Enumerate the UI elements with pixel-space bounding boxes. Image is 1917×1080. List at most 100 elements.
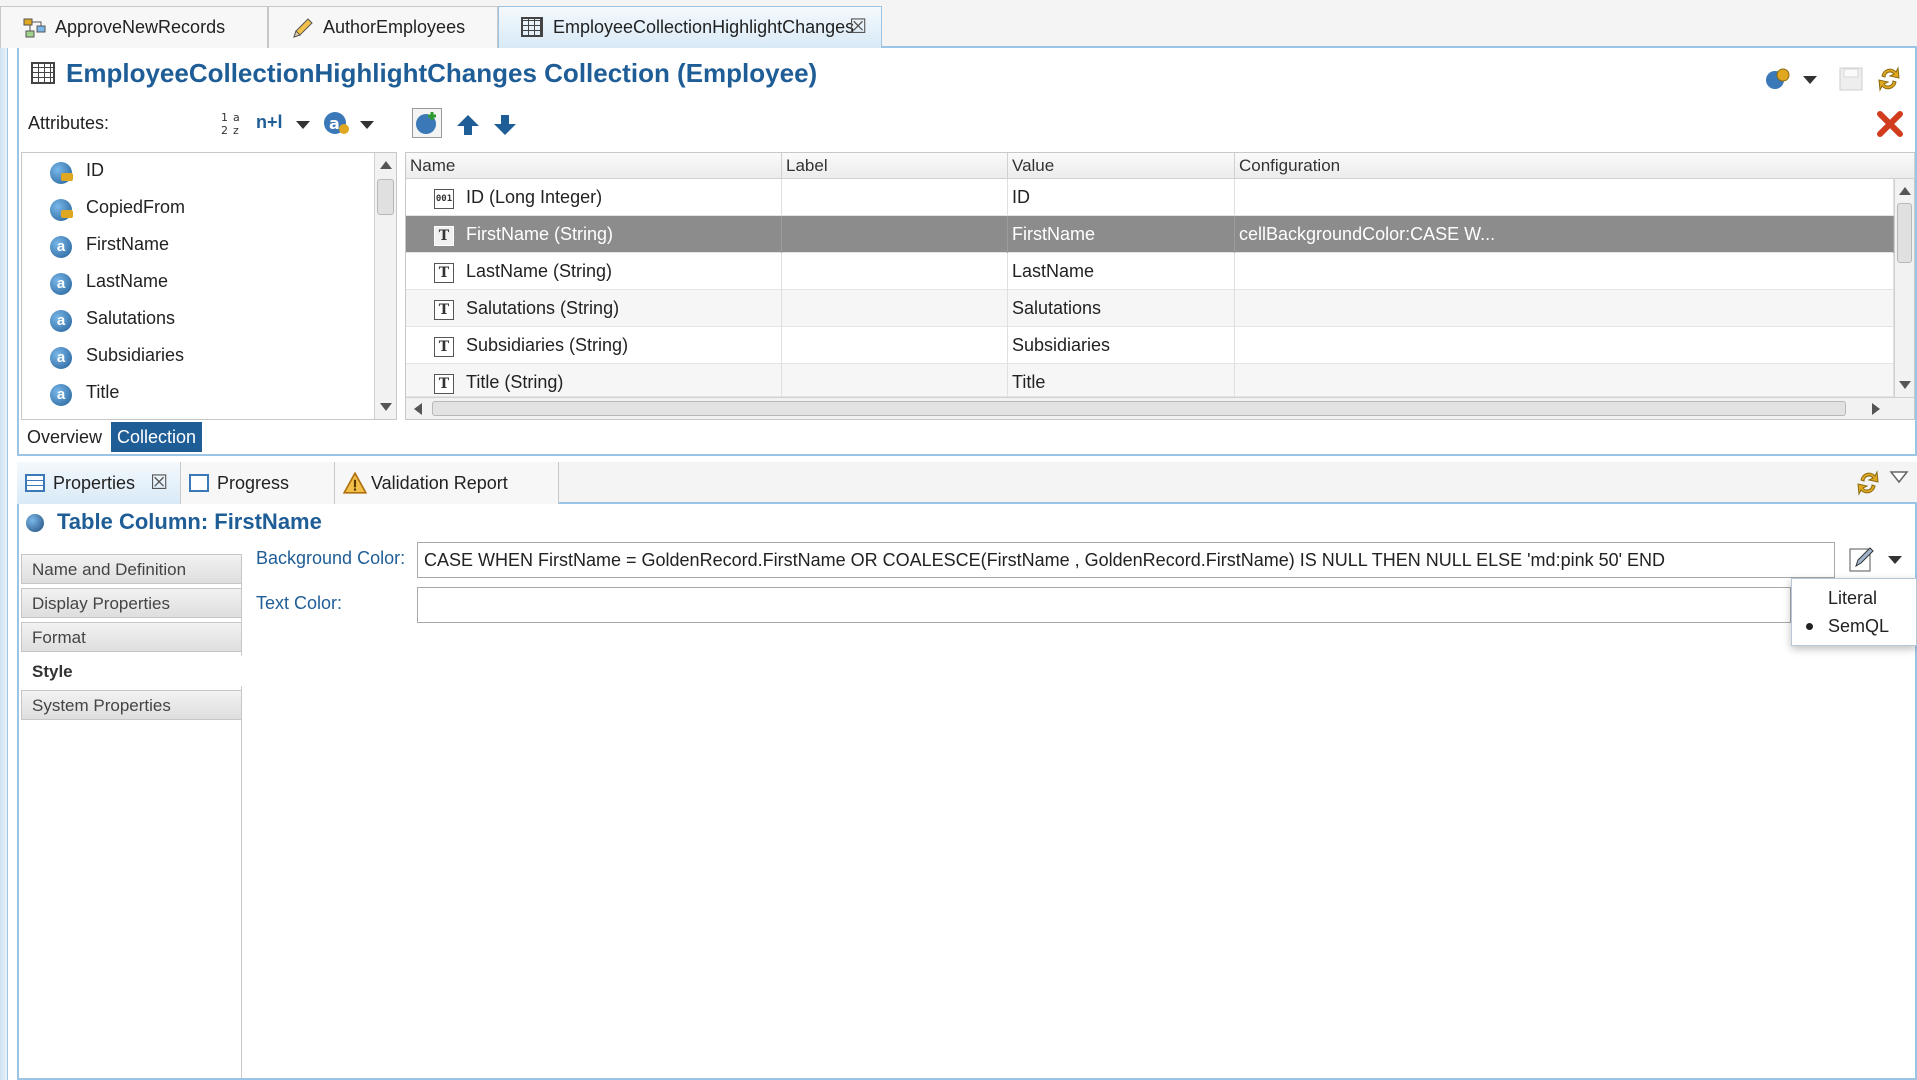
scroll-down-icon[interactable] [379,403,392,411]
column-label-cell [782,179,1008,216]
close-tab-icon[interactable]: ☒ [150,462,168,504]
list-item[interactable]: a LastName [22,264,372,301]
tab-validation-report[interactable]: Validation Report [335,462,559,504]
column-header-configuration[interactable]: Configuration [1235,153,1915,179]
attribute-icon: a [50,236,72,258]
table-column-icon [26,514,44,532]
menu-item-literal[interactable]: Literal [1828,588,1877,609]
column-header-label[interactable]: Label [782,153,1008,179]
tab-progress[interactable]: Progress [181,462,335,504]
table-row[interactable]: T Title (String) Title [406,364,1894,401]
editor-tab-label: EmployeeCollectionHighlightChanges [553,17,855,37]
column-value-cell: Subsidiaries [1008,327,1235,364]
list-item[interactable]: CopiedFrom [22,190,372,227]
column-value-cell: FirstName [1008,216,1235,253]
column-name-cell: Title (String) [466,372,564,392]
scroll-thumb[interactable] [432,401,1846,416]
key-attribute-icon [50,199,73,221]
list-item[interactable]: a FirstName [22,227,372,264]
view-menu-icon[interactable] [1889,470,1909,484]
section-system-properties[interactable]: System Properties [21,690,242,720]
editor-tab-label: ApproveNewRecords [55,17,226,37]
chevron-down-icon[interactable] [1888,556,1902,564]
scroll-thumb[interactable] [377,179,394,215]
list-item[interactable]: a Salutations [22,301,372,338]
background-color-field[interactable]: CASE WHEN FirstName = GoldenRecord.First… [417,542,1835,578]
run-actions-icon[interactable] [1763,66,1793,92]
delete-icon[interactable] [1876,110,1904,138]
columns-table-hscrollbar[interactable] [406,397,1914,419]
svg-text:2: 2 [221,124,228,136]
column-config-cell: cellBackgroundColor:CASE W... [1235,216,1894,253]
editor-tab-author-employees[interactable]: AuthorEmployees [268,6,498,48]
chevron-down-icon[interactable] [1803,76,1817,84]
refresh-icon[interactable] [1853,468,1883,498]
string-type-icon: T [434,337,454,357]
menu-item-semql[interactable]: SemQL [1828,616,1889,637]
columns-table-vscrollbar[interactable] [1894,179,1914,397]
sort-az-icon[interactable]: 1 2 a z [221,110,245,136]
move-up-icon[interactable] [456,114,480,136]
columns-table: Name Label Value Configuration 001 ID (L… [405,152,1915,420]
page-title: EmployeeCollectionHighlightChanges Colle… [66,58,818,88]
tab-label: Properties [53,473,136,493]
column-header-name[interactable]: Name [406,153,782,179]
table-row-selected[interactable]: T FirstName (String) FirstName cellBackg… [406,216,1894,253]
view-tab-bar: Properties ☒ Progress Validation Report [17,462,1917,504]
svg-text:1: 1 [221,111,228,124]
column-config-cell [1235,253,1894,290]
attribute-label: Salutations [86,308,176,328]
editor-tab-bar: ApproveNewRecords AuthorEmployees Employ… [0,0,1917,48]
refresh-icon[interactable] [1874,64,1904,94]
table-row[interactable]: T LastName (String) LastName [406,253,1894,290]
close-tab-icon[interactable]: ☒ [849,7,867,47]
scroll-up-icon[interactable] [1898,187,1911,195]
sort-mode-button[interactable]: n+l [256,112,283,133]
attribute-list-scrollbar[interactable] [374,153,396,419]
scroll-down-icon[interactable] [1898,381,1911,389]
tab-collection[interactable]: Collection [111,422,203,452]
attribute-label: FirstName [86,234,170,254]
editor-tab-employee-collection[interactable]: EmployeeCollectionHighlightChanges ☒ [498,6,882,48]
move-down-icon[interactable] [493,114,517,136]
scroll-left-icon[interactable] [414,403,422,415]
save-icon[interactable] [1838,66,1864,92]
tab-label: Progress [217,473,290,493]
tab-overview[interactable]: Overview [21,422,108,452]
scroll-thumb[interactable] [1897,203,1912,263]
list-item[interactable]: a Subsidiaries [22,338,372,375]
list-item[interactable]: ID [22,153,372,190]
chevron-down-icon[interactable] [360,121,374,129]
column-config-cell [1235,290,1894,327]
section-format[interactable]: Format [21,622,242,652]
attribute-icon: a [50,310,72,332]
attributes-label: Attributes: [28,113,110,133]
add-column-button[interactable] [412,108,442,138]
column-config-cell [1235,179,1894,216]
column-config-cell [1235,364,1894,401]
scroll-right-icon[interactable] [1872,403,1880,415]
section-name-and-definition[interactable]: Name and Definition [21,554,242,584]
attribute-label: CopiedFrom [86,197,186,217]
pencil-icon [293,18,313,38]
table-row[interactable]: T Salutations (String) Salutations [406,290,1894,327]
text-color-field[interactable] [417,587,1791,623]
expression-editor-icon[interactable] [1848,544,1876,574]
scroll-up-icon[interactable] [379,161,392,169]
add-attribute-icon[interactable]: a [323,110,351,136]
tab-label: Validation Report [371,473,508,493]
list-item[interactable]: a Title [22,375,372,412]
attribute-label: Title [86,382,120,402]
section-style[interactable]: Style [21,656,242,686]
section-display-properties[interactable]: Display Properties [21,588,242,618]
column-header-value[interactable]: Value [1008,153,1235,179]
tab-properties[interactable]: Properties ☒ [17,462,181,504]
editor-tab-approve-new-records[interactable]: ApproveNewRecords [0,6,268,48]
attribute-icon: a [50,347,72,369]
chevron-down-icon[interactable] [296,121,310,129]
properties-title: Table Column: FirstName [57,509,322,534]
table-row[interactable]: 001 ID (Long Integer) ID [406,179,1894,216]
string-type-icon: T [434,226,454,246]
key-attribute-icon [50,162,73,184]
table-row[interactable]: T Subsidiaries (String) Subsidiaries [406,327,1894,364]
